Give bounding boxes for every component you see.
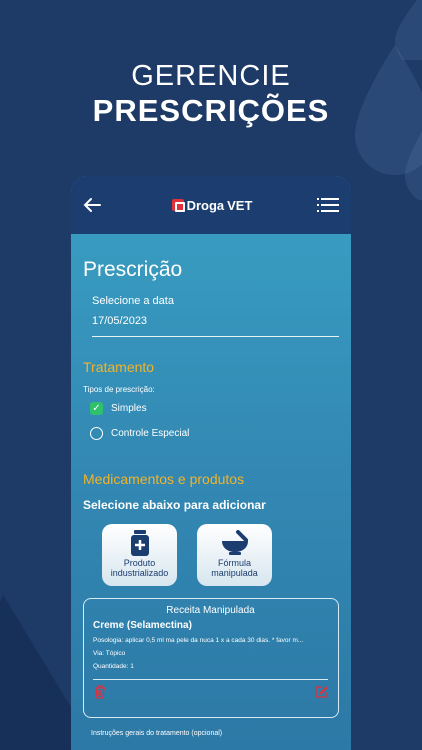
medicine-bottle-icon	[130, 530, 149, 556]
drogavet-logo: Droga VET	[171, 197, 253, 213]
page-title: Prescrição	[83, 258, 183, 281]
card-line2: manipulada	[211, 567, 258, 578]
recipe-via: Via: Tópico	[93, 650, 126, 657]
option-simples[interactable]: ✓ Simples	[90, 402, 339, 415]
tipos-label: Tipos de prescrição:	[83, 385, 155, 394]
recipe-name: Creme (Selamectina)	[93, 620, 192, 631]
headline-line2: PRESCRIÇÕES	[92, 93, 330, 128]
headline-line1: GERENCIE	[131, 60, 291, 92]
medicamentos-subtitle: Selecione abaixo para adicionar	[83, 498, 266, 512]
logo-prefix: Droga	[186, 197, 225, 213]
formula-manipulada-button[interactable]: Fórmula manipulada	[197, 524, 272, 586]
product-cards: Produto industrializado Fórmula manipula…	[102, 524, 339, 586]
headline: GERENCIE PRESCRIÇÕES	[0, 60, 422, 128]
logo-mark-icon	[171, 199, 185, 212]
card-line2: industrializado	[110, 567, 169, 578]
main-content: Prescrição Selecione a data 17/05/2023 T…	[71, 258, 351, 737]
recipe-actions	[93, 685, 328, 699]
option-label: Controle Especial	[111, 428, 190, 439]
logo-suffix: VET	[227, 197, 253, 213]
option-controle-especial[interactable]: Controle Especial	[90, 427, 339, 440]
option-label: Simples	[111, 403, 147, 414]
produto-industrializado-button[interactable]: Produto industrializado	[102, 524, 177, 586]
back-arrow-icon[interactable]	[81, 194, 103, 216]
mortar-pestle-icon	[221, 530, 248, 555]
trash-icon[interactable]	[93, 685, 107, 699]
checkmark-icon[interactable]: ✓	[90, 402, 103, 415]
date-label: Selecione a data	[92, 295, 174, 307]
recipe-divider	[93, 679, 328, 680]
recipe-card: Receita Manipulada Creme (Selamectina) P…	[83, 598, 339, 718]
radio-icon[interactable]	[90, 427, 103, 440]
menu-icon[interactable]	[316, 194, 339, 216]
medicamentos-title: Medicamentos e produtos	[83, 471, 245, 487]
date-field[interactable]: 17/05/2023	[92, 315, 339, 327]
recipe-quantidade: Quantidade: 1	[93, 663, 134, 670]
edit-icon[interactable]	[314, 685, 328, 699]
recipe-header: Receita Manipulada	[166, 605, 255, 616]
recipe-posologia: Posologia: aplicar 0,5 ml ma pele da nuc…	[93, 637, 304, 644]
drop-decoration	[395, 0, 422, 60]
phone-screen: Droga VET Prescrição Selecione a data 17/…	[71, 176, 351, 750]
app-topbar: Droga VET	[71, 176, 351, 234]
tratamento-title: Tratamento	[83, 359, 155, 375]
date-underline	[92, 336, 339, 337]
instructions-label: Instruções gerais do tratamento (opciona…	[91, 730, 223, 737]
